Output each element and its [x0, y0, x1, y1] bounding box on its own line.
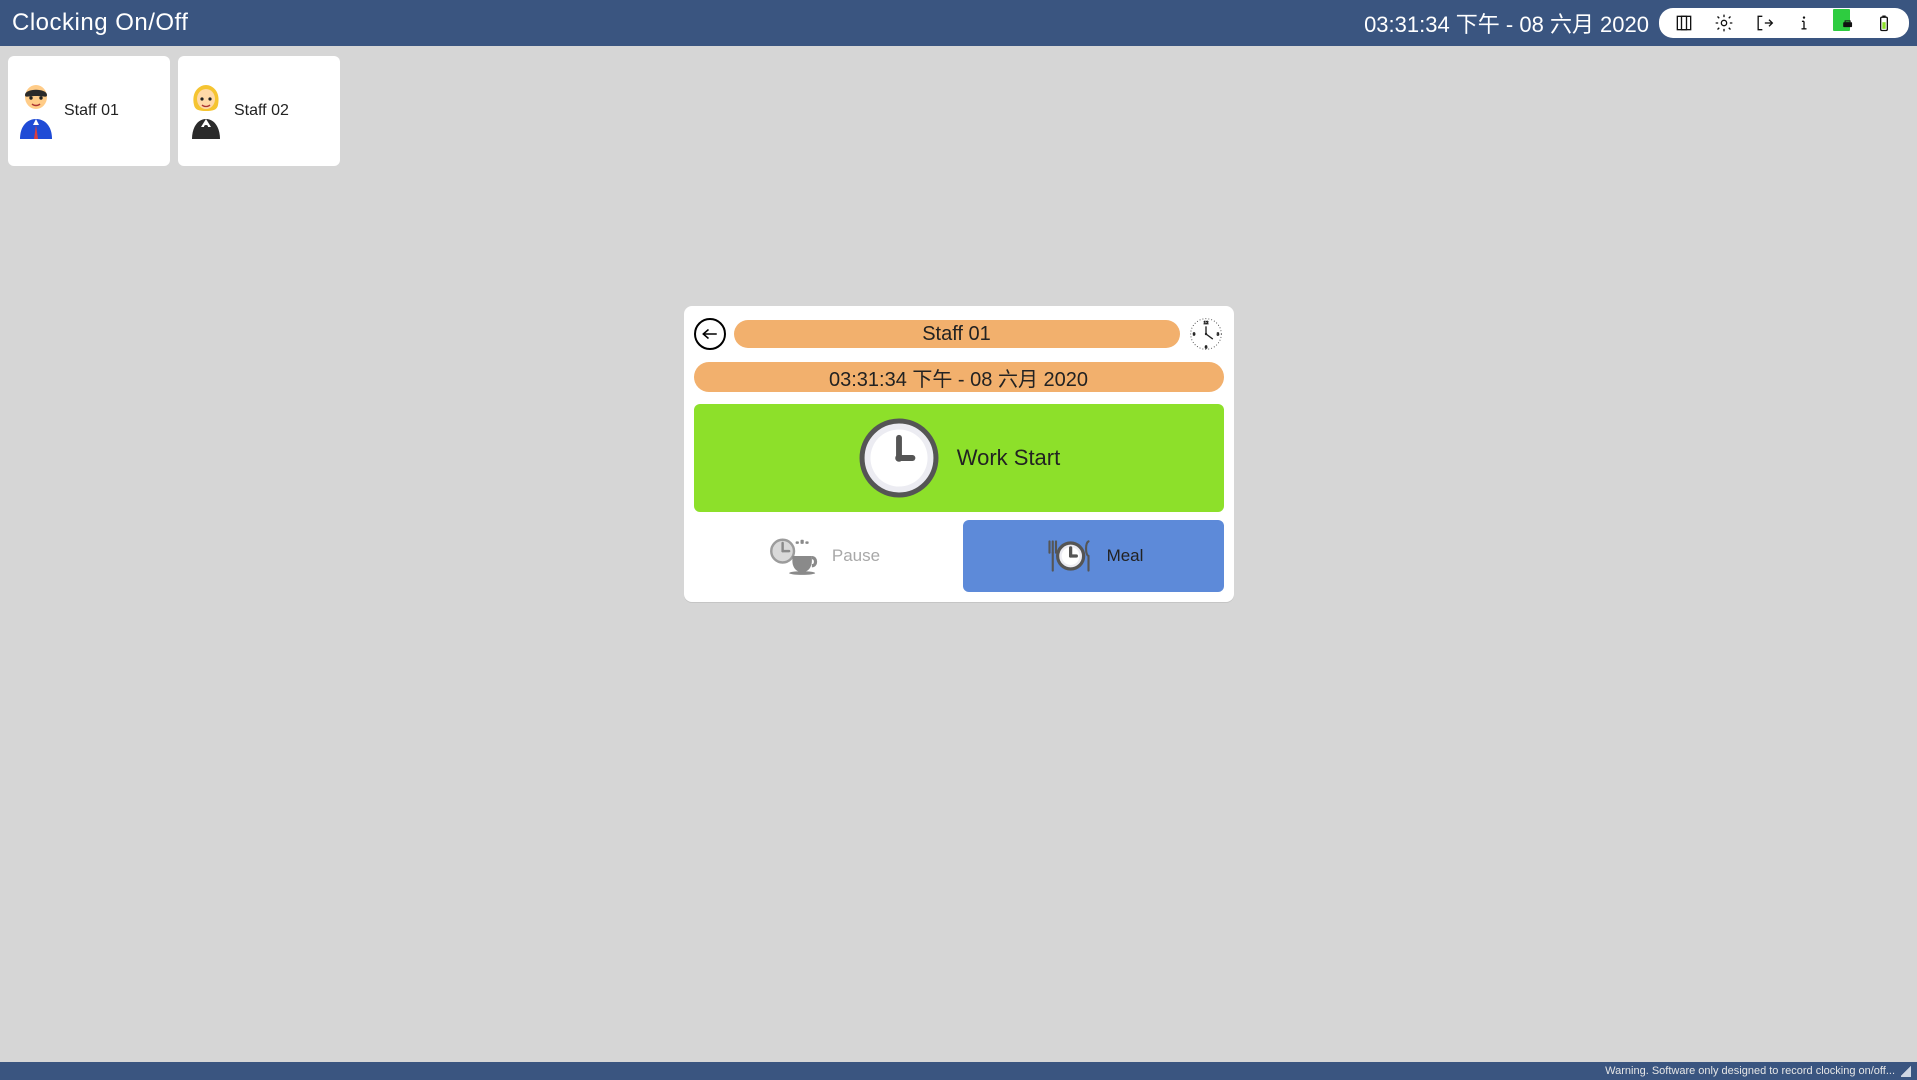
back-button[interactable] [694, 318, 726, 350]
secondary-row: Pause Meal [694, 520, 1224, 592]
avatar-male-icon [8, 83, 64, 139]
battery-icon [1873, 12, 1895, 34]
network-icon [1840, 14, 1855, 34]
bottom-warning: Warning. Software only designed to recor… [1605, 1065, 1895, 1077]
gear-icon[interactable] [1713, 12, 1735, 34]
meal-clock-icon [1043, 535, 1095, 577]
pause-label: Pause [832, 546, 880, 566]
modal-staff-name: Staff 01 [734, 320, 1180, 348]
logout-icon[interactable] [1753, 12, 1775, 34]
staff-card-01[interactable]: Staff 01 [8, 56, 170, 166]
bottom-bar: Warning. Software only designed to recor… [0, 1062, 1917, 1080]
pause-coffee-clock-icon [768, 535, 820, 577]
resize-handle-icon [1901, 1065, 1911, 1077]
status-chip [1659, 8, 1909, 38]
clock-icon: 12 3 6 9 [1188, 316, 1224, 352]
work-start-label: Work Start [957, 445, 1061, 471]
staff-card-label: Staff 01 [64, 102, 170, 120]
app-menu-icon[interactable] [1673, 12, 1695, 34]
info-icon[interactable] [1793, 12, 1815, 34]
clocking-modal: Staff 01 12 3 6 9 03:31:34 下午 - 08 六月 20… [684, 306, 1234, 602]
modal-head: Staff 01 12 3 6 9 [694, 316, 1224, 352]
staff-card-label: Staff 02 [234, 102, 340, 120]
staff-card-02[interactable]: Staff 02 [178, 56, 340, 166]
meal-label: Meal [1107, 546, 1144, 566]
clock-big-icon [857, 416, 941, 500]
staff-row: Staff 01 Staff 02 [0, 46, 1917, 176]
topbar-right: 03:31:34 下午 - 08 六月 2020 [1364, 7, 1909, 39]
network-status [1833, 12, 1855, 34]
avatar-female-icon [178, 83, 234, 139]
meal-button[interactable]: Meal [963, 520, 1224, 592]
pause-button: Pause [694, 520, 955, 592]
svg-text:12: 12 [1203, 320, 1208, 325]
page-title: Clocking On/Off [12, 9, 188, 37]
topbar-datetime: 03:31:34 下午 - 08 六月 2020 [1364, 7, 1649, 39]
work-start-button[interactable]: Work Start [694, 404, 1224, 512]
top-bar: Clocking On/Off 03:31:34 下午 - 08 六月 2020 [0, 0, 1917, 46]
modal-datetime: 03:31:34 下午 - 08 六月 2020 [694, 362, 1224, 392]
main-area: Staff 01 Staff 02 Staff 0 [0, 46, 1917, 1062]
